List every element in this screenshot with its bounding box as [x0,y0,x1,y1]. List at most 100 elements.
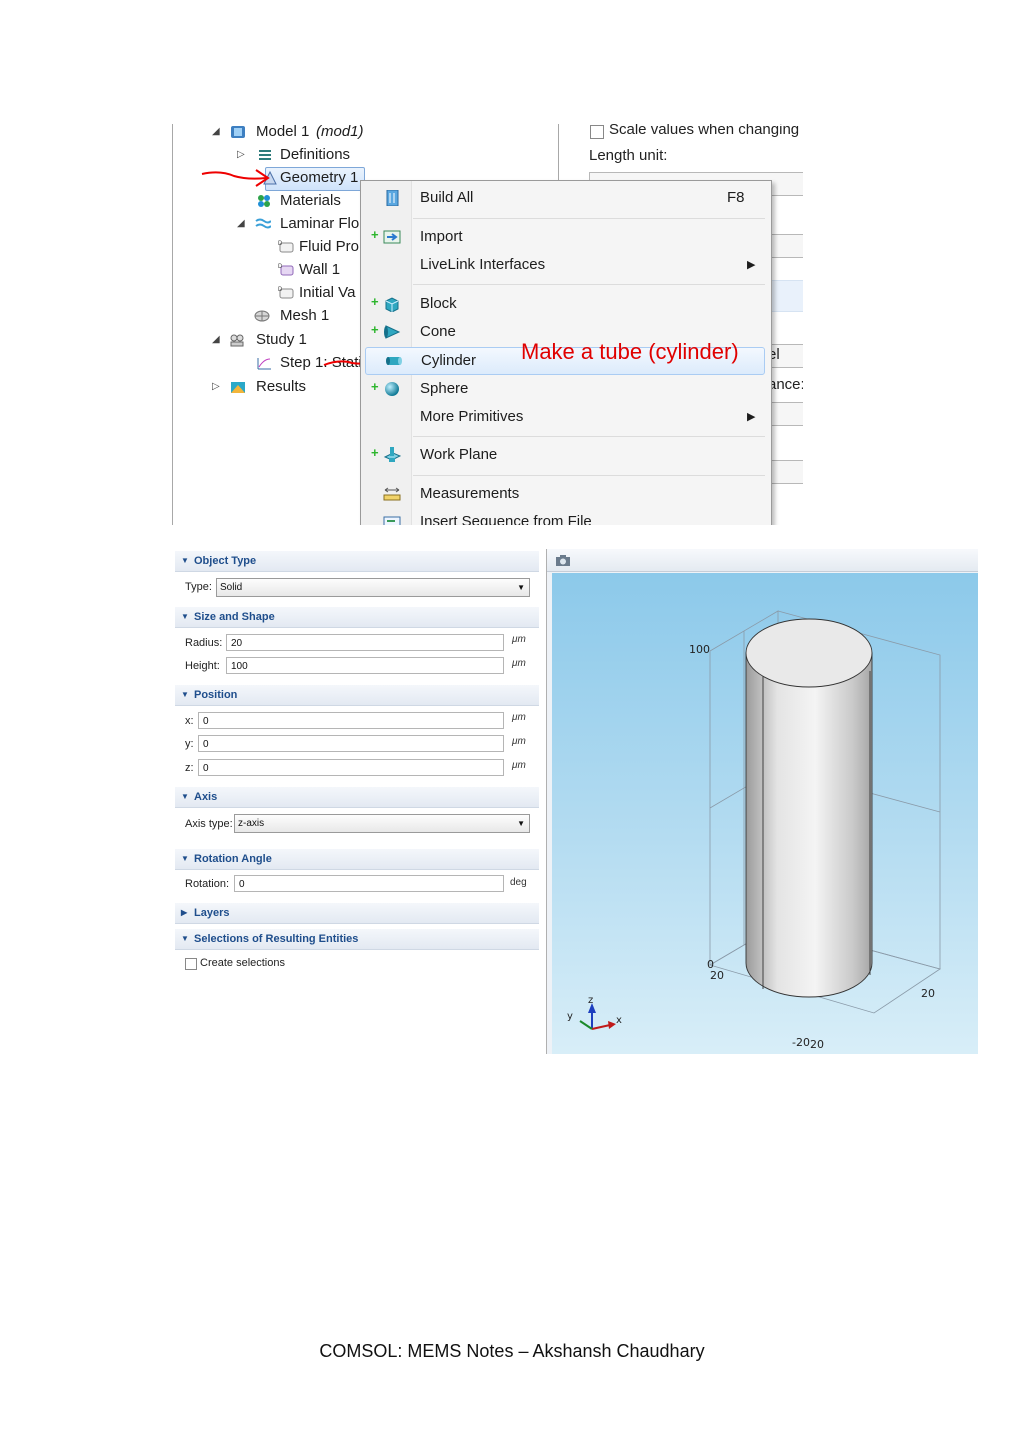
collapse-caret-icon: ▼ [181,792,189,801]
length-unit-label: Length unit: [589,147,668,164]
submenu-arrow-icon: ▶ [747,259,756,271]
x-input[interactable]: 0 [198,712,504,729]
rotation-label: Rotation: [185,878,230,890]
graphics-window: 100 0 20 20 -20 20 z y x [546,549,978,1054]
section-axis[interactable]: ▼ Axis [175,787,539,808]
tick-label-neg20: -20 [792,1036,810,1049]
menu-separator [413,218,765,219]
graphics-viewport[interactable]: 100 0 20 20 -20 20 z y x [552,573,978,1054]
svg-text:D: D [278,287,283,293]
cone-icon [384,325,401,339]
y-unit: μm [512,736,526,747]
rotation-input[interactable]: 0 [234,875,504,892]
menu-item-measurements[interactable]: Measurements [361,481,769,507]
step-icon [257,358,271,370]
menu-item-work-plane[interactable]: + Work Plane [361,442,769,468]
expand-caret-icon: ▶ [181,908,188,917]
study-icon [230,334,244,347]
rotation-unit: deg [510,877,527,888]
menu-item-more-primitives[interactable]: More Primitives ▶ [361,404,769,430]
cylinder-shape[interactable] [745,618,873,998]
height-label: Height: [185,660,220,672]
section-layers[interactable]: ▶ Layers [175,903,539,924]
add-plus-icon: + [371,322,379,337]
menu-item-livelink-interfaces[interactable]: LiveLink Interfaces ▶ [361,252,769,278]
svg-text:D: D [278,264,283,270]
add-plus-icon: + [371,379,379,394]
work-plane-icon [383,447,401,462]
radius-input[interactable]: 20 [226,634,504,651]
collapse-triangle-icon[interactable]: ▷ [212,376,220,398]
mesh-icon [254,310,270,322]
collapse-triangle-icon[interactable]: ▷ [237,144,245,166]
collapse-caret-icon: ▼ [181,612,189,621]
section-position[interactable]: ▼ Position [175,685,539,706]
ruler-icon [383,487,401,501]
y-label: y: [185,738,194,750]
menu-separator [413,436,765,437]
axis-type-select[interactable]: z-axis ▼ [234,814,530,833]
camera-icon[interactable] [555,554,571,567]
model-builder-screenshot: ◢ Model 1 (mod1) ▷ Definitions Geometry … [172,124,803,525]
model-icon [231,126,245,138]
section-object-type[interactable]: ▼ Object Type [175,551,539,572]
cylinder-icon [386,357,402,365]
tick-label-20-right: 20 [921,987,935,1000]
page-footer: COMSOL: MEMS Notes – Akshansh Chaudhary [319,1341,705,1361]
collapse-caret-icon: ▼ [181,556,189,565]
initial-values-icon: D [278,287,294,299]
materials-icon [258,195,270,207]
add-plus-icon: + [371,227,379,242]
x-unit: μm [512,712,526,723]
sphere-icon [385,382,399,396]
y-input[interactable]: 0 [198,735,504,752]
tick-label-100: 100 [689,643,710,656]
axis-type-label: Axis type: [185,818,233,830]
height-unit: μm [512,658,526,669]
scale-values-checkbox[interactable] [590,125,604,139]
create-selections-label: Create selections [200,957,285,969]
axis-triad [579,1003,616,1030]
block-icon [385,297,399,312]
expand-triangle-icon[interactable]: ◢ [237,213,245,235]
menu-item-insert-sequence[interactable]: Insert Sequence from File [361,509,769,525]
wall-icon: D [278,264,294,276]
radius-unit: μm [512,634,526,645]
graphics-toolbar [547,549,978,572]
tick-label-20-left: 20 [710,969,724,982]
right-pane-partial-label-2: ance: [768,376,803,393]
z-input[interactable]: 0 [198,759,504,776]
z-label: z: [185,762,194,774]
menu-item-block[interactable]: + Block [361,291,769,317]
annotation-make-a-tube: Make a tube (cylinder) [521,339,739,364]
collapse-caret-icon: ▼ [181,690,189,699]
menu-item-import[interactable]: + Import [361,224,769,250]
add-plus-icon: + [371,445,379,460]
create-selections-checkbox[interactable] [185,958,197,970]
red-arrow-geometry-icon [201,169,270,187]
expand-triangle-icon[interactable]: ◢ [212,124,220,143]
menu-item-sphere[interactable]: + Sphere [361,376,769,402]
expand-triangle-icon[interactable]: ◢ [212,329,220,351]
height-input[interactable]: 100 [226,657,504,674]
axis-z-label: z [588,995,594,1006]
menu-separator [413,475,765,476]
dropdown-arrow-icon: ▼ [517,583,525,592]
panel-splitter [558,124,559,184]
section-rotation-angle[interactable]: ▼ Rotation Angle [175,849,539,870]
scale-values-label: Scale values when changing [609,124,800,138]
build-all-icon [386,190,399,206]
section-selections[interactable]: ▼ Selections of Resulting Entities [175,929,539,950]
menu-item-build-all[interactable]: Build All F8 [361,185,769,211]
definitions-icon [259,150,271,160]
collapse-caret-icon: ▼ [181,854,189,863]
type-select[interactable]: Solid ▼ [216,578,530,597]
submenu-arrow-icon: ▶ [747,411,756,423]
tick-label-20-bottom: 20 [810,1038,824,1051]
radius-label: Radius: [185,637,223,649]
fluid-properties-icon: D [278,241,294,253]
axis-y-label: y [567,1011,573,1022]
x-label: x: [185,715,194,727]
section-size-and-shape[interactable]: ▼ Size and Shape [175,607,539,628]
insert-sequence-icon [383,516,401,525]
